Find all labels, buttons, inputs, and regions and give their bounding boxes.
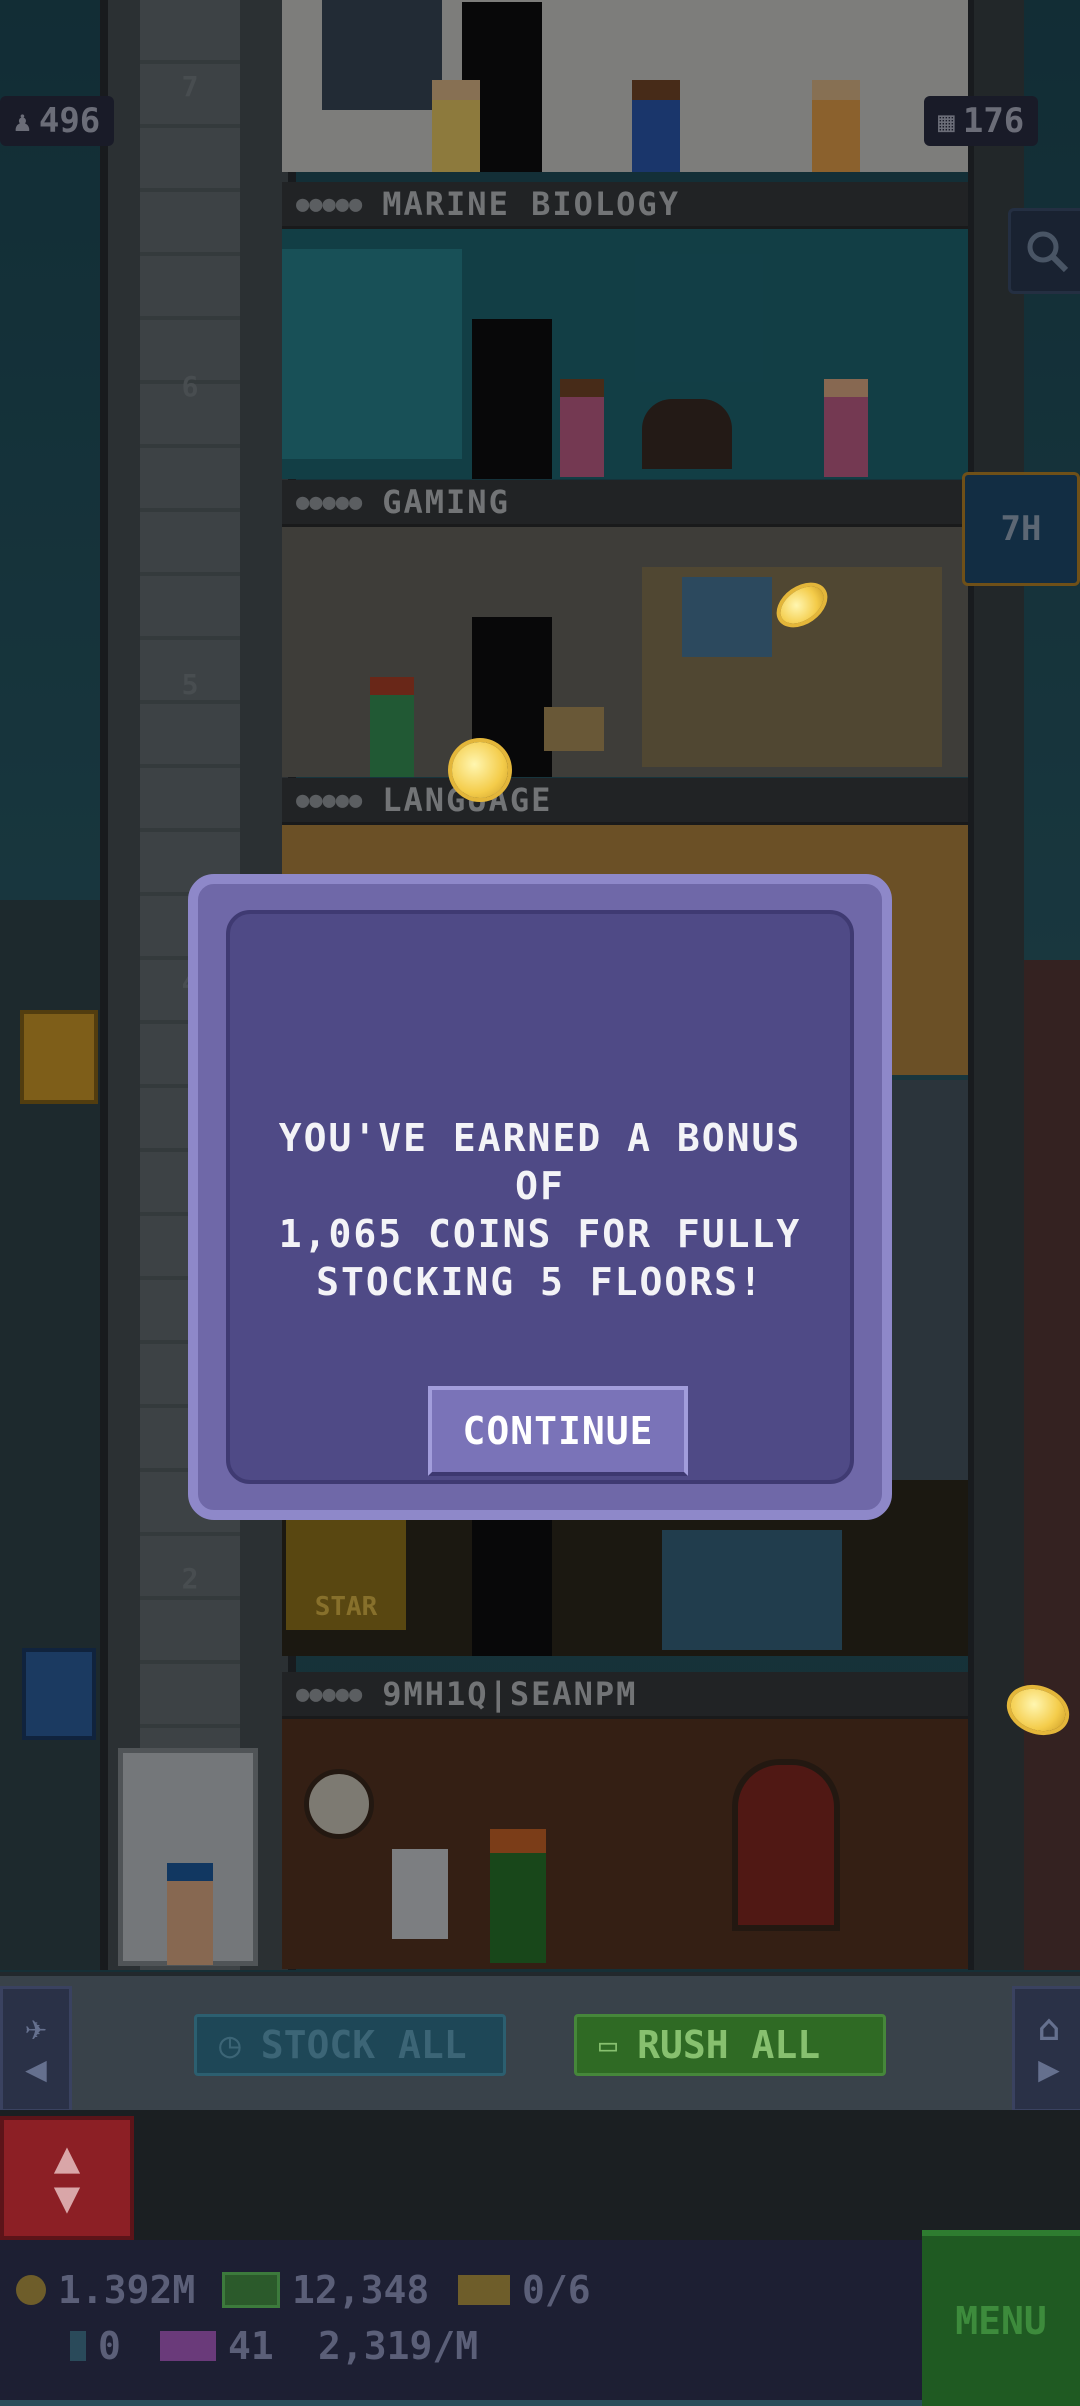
menu-button[interactable]: MENU (922, 2230, 1080, 2406)
ground-strip (0, 2110, 1080, 2240)
coin-icon[interactable] (452, 742, 508, 798)
airplane-icon: ✈ (25, 2008, 47, 2049)
vip-icon (160, 2331, 216, 2361)
left-nav-button[interactable]: ✈ ◀ (0, 1986, 72, 2112)
coin-small-icon (16, 2275, 46, 2305)
tickets-stat: 0/6 (458, 2268, 591, 2312)
bonus-dialog-panel: YOU'VE EARNED A BONUS OF 1,065 COINS FOR… (226, 910, 854, 1484)
ticket-icon (458, 2275, 510, 2305)
income-value: 2,319/M (318, 2324, 479, 2368)
coins-stat: 1.392M (16, 2268, 195, 2312)
chevron-left-icon: ◀ (25, 2049, 47, 2090)
bonus-message: YOU'VE EARNED A BONUS OF 1,065 COINS FOR… (278, 1116, 802, 1304)
bux-icon: ▭ (599, 2027, 618, 2063)
bux-stat: 12,348 (222, 2268, 429, 2312)
tickets-value: 0/6 (522, 2268, 591, 2312)
clock-icon: ◷ (219, 2024, 241, 2066)
items-value: 0 (98, 2324, 121, 2368)
items-stat: 0 (70, 2324, 121, 2368)
chevron-right-icon: ▶ (1038, 2049, 1060, 2090)
bux-value: 12,348 (292, 2268, 430, 2312)
elevator-control-button[interactable]: ▲ ▼ (0, 2116, 134, 2240)
bonus-dialog: YOU'VE EARNED A BONUS OF 1,065 COINS FOR… (188, 874, 892, 1520)
income-stat: 2,319/M (318, 2324, 478, 2368)
bux-small-icon (222, 2272, 280, 2308)
stock-all-button[interactable]: ◷ STOCK ALL (194, 2014, 506, 2076)
stock-all-label: STOCK ALL (260, 2023, 467, 2067)
continue-button[interactable]: CONTINUE (428, 1386, 688, 1476)
action-bar: ✈ ◀ ◷ STOCK ALL ▭ RUSH ALL ⌂ ▶ (0, 1972, 1080, 2114)
item-icon (70, 2331, 86, 2361)
vip-stat: 41 (160, 2324, 274, 2368)
rush-all-button[interactable]: ▭ RUSH ALL (574, 2014, 886, 2076)
right-nav-button[interactable]: ⌂ ▶ (1012, 1986, 1080, 2112)
coins-value: 1.392M (58, 2268, 196, 2312)
up-down-arrows-icon: ▲ ▼ (53, 2132, 81, 2223)
home-icon: ⌂ (1038, 2008, 1060, 2049)
rush-all-label: RUSH ALL (637, 2023, 821, 2067)
status-bar: 1.392M 12,348 0/6 0 41 2,319/M (0, 2240, 1080, 2400)
vip-value: 41 (228, 2324, 274, 2368)
